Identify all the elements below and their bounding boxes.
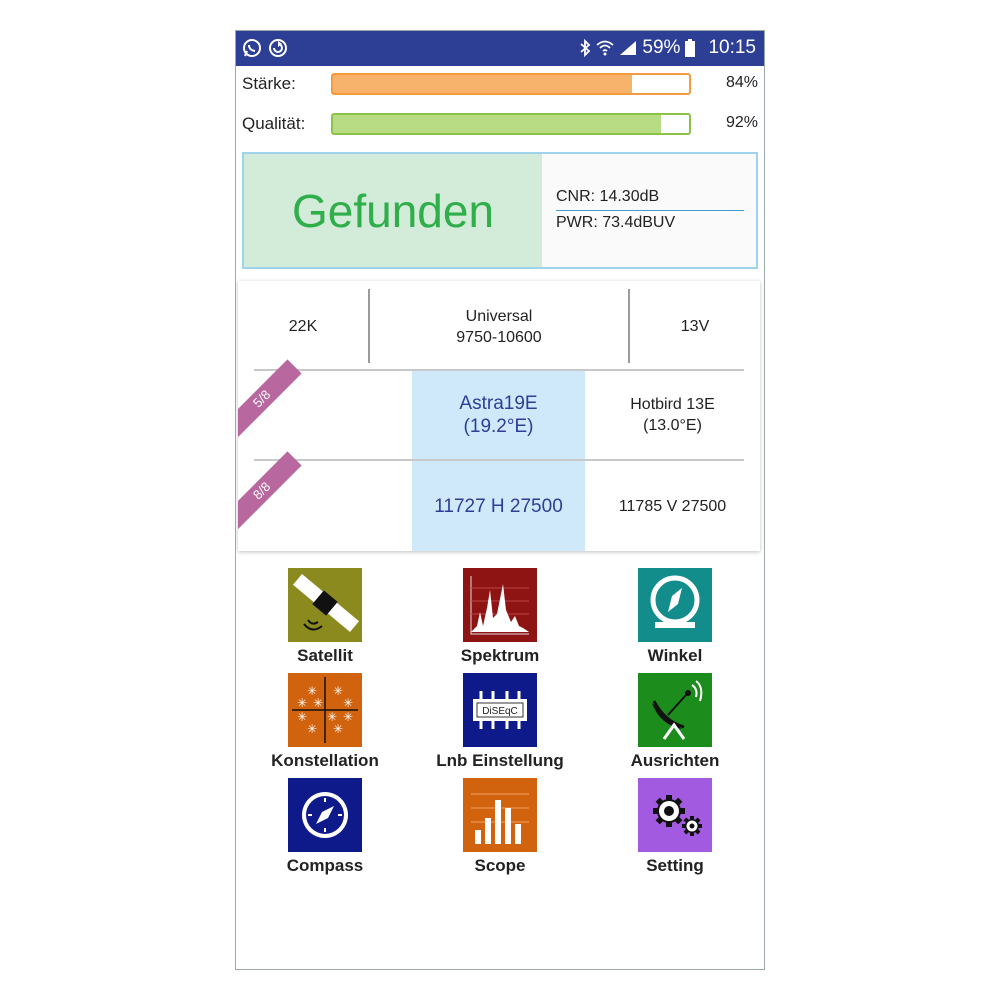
cnr-value: CNR: 14.30dB (556, 188, 660, 205)
wifi-icon (596, 40, 615, 56)
svg-text:✳: ✳ (343, 696, 353, 710)
quality-meter: Qualität: 92% (242, 111, 758, 137)
menu-ausrichten[interactable]: Ausrichten (600, 673, 750, 771)
strength-bar (331, 73, 691, 95)
svg-text:✳: ✳ (327, 710, 337, 724)
menu-satellit-label: Satellit (297, 646, 353, 665)
diseqc-label: DiSEqC (482, 706, 518, 717)
transponder-selected[interactable]: 11727 H 27500 (412, 461, 585, 551)
tuning-card: 22K Universal 9750-10600 13V 5/8 Astra19… (238, 281, 760, 551)
quality-bar-fill (333, 115, 661, 133)
satellite-next-name: Hotbird 13E (630, 396, 715, 413)
whatsapp-icon (243, 39, 261, 57)
spectrum-icon (463, 568, 537, 642)
tone-value[interactable]: 22K (238, 289, 368, 364)
compass-icon (288, 778, 362, 852)
angle-dial-icon (638, 568, 712, 642)
transponder-next[interactable]: 11785 V 27500 (585, 461, 760, 551)
svg-text:✳: ✳ (297, 696, 307, 710)
quality-label: Qualität: (242, 114, 306, 133)
menu-scope-label: Scope (474, 856, 526, 875)
menu-compass[interactable]: Compass (250, 778, 400, 876)
clock: 10:15 (708, 37, 756, 58)
satellite-next-position: (13.0°E) (643, 417, 702, 434)
function-menu: Satellit Spektrum Winkel ✳ ✳ ✳ ✳ ✳ ✳ ✳ ✳… (236, 564, 764, 876)
lnb-type[interactable]: Universal 9750-10600 (370, 289, 628, 364)
svg-text:✳: ✳ (313, 696, 323, 710)
menu-satellit[interactable]: Satellit (250, 568, 400, 666)
menu-lnb-einstellung[interactable]: DiSEqC Lnb Einstellung (425, 673, 575, 771)
menu-scope[interactable]: Scope (425, 778, 575, 876)
strength-meter: Stärke: 84% (242, 71, 758, 97)
gears-icon (638, 778, 712, 852)
dish-align-icon (638, 673, 712, 747)
svg-text:✳: ✳ (343, 710, 353, 724)
quality-value: 92% (725, 114, 758, 131)
bluetooth-icon (580, 39, 591, 57)
satellite-icon (288, 568, 362, 642)
strength-bar-fill (333, 75, 633, 93)
readout-divider (556, 210, 744, 211)
svg-text:✳: ✳ (333, 722, 343, 736)
transponder-count-badge: 8/8 (238, 451, 302, 531)
menu-compass-label: Compass (286, 856, 364, 875)
lnb-voltage[interactable]: 13V (630, 289, 760, 364)
menu-konstellation[interactable]: ✳ ✳ ✳ ✳ ✳ ✳ ✳ ✳ ✳ ✳ Konstellation (250, 673, 400, 771)
battery-percent: 59% (642, 37, 681, 58)
lnb-frequency-range: 9750-10600 (456, 328, 542, 346)
phone-screen: 59% 10:15 Stärke: 84% Qualität: 92% Gefu… (235, 30, 765, 970)
transponder-selected-value: 11727 H 27500 (434, 495, 563, 517)
menu-setting-label: Setting (646, 856, 704, 875)
satellite-selected-name: Astra19E (459, 393, 538, 414)
lock-status-text: Gefunden (244, 154, 542, 267)
pwr-value: PWR: 73.4dBUV (556, 214, 676, 231)
satellite-next[interactable]: Hotbird 13E (13.0°E) (585, 371, 760, 459)
menu-spektrum[interactable]: Spektrum (425, 568, 575, 666)
strength-label: Stärke: (242, 74, 296, 93)
satellite-selected[interactable]: Astra19E (19.2°E) (412, 371, 585, 459)
status-bar: 59% 10:15 (236, 31, 764, 66)
quality-bar (331, 113, 691, 135)
satellite-count-badge: 5/8 (238, 359, 302, 439)
battery-icon (685, 39, 696, 57)
menu-winkel-label: Winkel (647, 646, 703, 665)
menu-ausrichten-label: Ausrichten (630, 751, 720, 770)
menu-setting[interactable]: Setting (600, 778, 750, 876)
scope-bars-icon (463, 778, 537, 852)
signal-status-panel: Gefunden CNR: 14.30dB PWR: 73.4dBUV (242, 152, 758, 269)
signal-readout: CNR: 14.30dB PWR: 73.4dBUV (556, 188, 744, 232)
menu-winkel[interactable]: Winkel (600, 568, 750, 666)
svg-text:✳: ✳ (333, 684, 343, 698)
strength-value: 84% (725, 74, 758, 91)
constellation-icon: ✳ ✳ ✳ ✳ ✳ ✳ ✳ ✳ ✳ ✳ (288, 673, 362, 747)
diseqc-icon: DiSEqC (463, 673, 537, 747)
menu-spektrum-label: Spektrum (460, 646, 540, 665)
signal-icon (620, 41, 637, 55)
transponder-next-value: 11785 V 27500 (618, 497, 727, 515)
lnb-type-name: Universal (465, 307, 533, 325)
satellite-selected-position: (19.2°E) (463, 416, 534, 437)
svg-text:✳: ✳ (297, 710, 307, 724)
sync-icon (269, 39, 287, 57)
menu-lnb-einstellung-label: Lnb Einstellung (436, 751, 564, 770)
menu-konstellation-label: Konstellation (271, 751, 379, 770)
svg-text:✳: ✳ (307, 722, 317, 736)
